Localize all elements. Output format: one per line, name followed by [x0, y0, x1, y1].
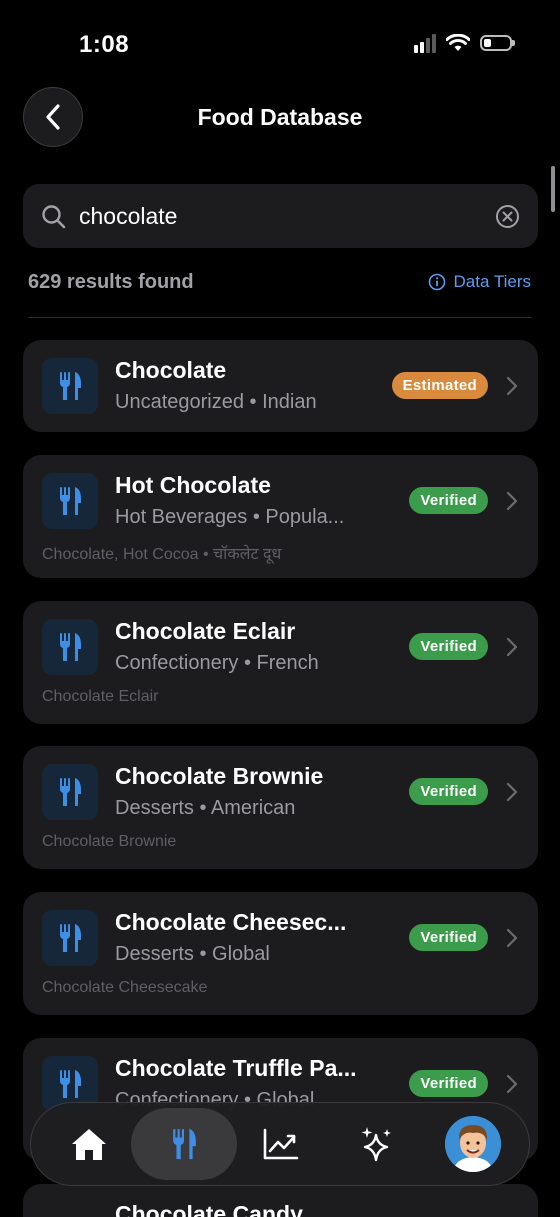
chevron-right-icon — [506, 1074, 518, 1094]
food-aliases: Chocolate Eclair — [42, 688, 159, 705]
food-name: Chocolate Brownie — [115, 763, 324, 789]
battery-level — [484, 39, 491, 47]
search-bar[interactable] — [23, 184, 538, 248]
search-input[interactable] — [79, 199, 479, 233]
verified-badge: Verified — [409, 487, 488, 514]
chevron-right-icon — [506, 376, 518, 396]
food-name: Chocolate Eclair — [115, 618, 296, 644]
food-name: Chocolate Truffle Pa... — [115, 1055, 357, 1081]
tab-progress[interactable] — [245, 1108, 317, 1180]
divider — [28, 317, 532, 318]
chart-icon — [263, 1128, 299, 1160]
food-aliases: Chocolate Brownie — [42, 833, 177, 850]
tab-ai[interactable] — [341, 1108, 413, 1180]
food-category: Desserts • American — [115, 797, 296, 819]
food-category: Uncategorized • Indian — [115, 391, 317, 413]
verified-badge: Verified — [409, 778, 488, 805]
home-icon — [72, 1129, 106, 1160]
wifi-icon — [446, 34, 470, 51]
data-tiers-label: Data Tiers — [453, 272, 531, 291]
fork-knife-icon — [42, 910, 98, 966]
tab-food[interactable] — [131, 1108, 237, 1180]
fork-knife-icon — [173, 1128, 196, 1160]
food-aliases: Chocolate, Hot Cocoa • चॉकलेट दूध — [42, 546, 282, 563]
fork-knife-icon — [42, 473, 98, 529]
verified-badge: Verified — [409, 633, 488, 660]
food-name: Chocolate — [115, 357, 227, 383]
food-card-chocolate-brownie[interactable]: Chocolate Brownie Desserts • American Ch… — [23, 746, 538, 869]
food-database-screen: 1:08 Food Database chocolate 629 results… — [0, 0, 560, 1217]
chevron-right-icon — [506, 491, 518, 511]
food-card-chocolate-eclair[interactable]: Chocolate Eclair Confectionery • French … — [23, 601, 538, 724]
food-name: Chocolate Cheesec... — [115, 909, 347, 935]
battery-icon — [480, 35, 515, 51]
page-title: Food Database — [197, 104, 363, 130]
chevron-right-icon — [506, 637, 518, 657]
data-tiers-link[interactable]: Data Tiers — [428, 272, 531, 292]
fork-knife-icon — [42, 764, 98, 820]
food-card-chocolate[interactable]: Chocolate Uncategorized • Indian Estimat… — [23, 340, 538, 432]
verified-badge: Verified — [409, 924, 488, 951]
clear-search-icon[interactable] — [495, 204, 520, 229]
food-card-hot-chocolate[interactable]: Hot Chocolate Hot Beverages • Popula... … — [23, 455, 538, 578]
fork-knife-icon — [42, 619, 98, 675]
signal-icon — [414, 33, 436, 53]
status-bar: 1:08 — [0, 0, 560, 90]
chevron-right-icon — [506, 928, 518, 948]
estimated-badge: Estimated — [391, 372, 488, 399]
status-time: 1:08 — [79, 31, 130, 58]
sparkles-icon — [361, 1127, 391, 1162]
chevron-right-icon — [506, 782, 518, 802]
food-name: Chocolate Candy — [115, 1201, 303, 1217]
food-name: Hot Chocolate — [115, 472, 271, 498]
scroll-indicator[interactable] — [551, 166, 555, 212]
food-card-chocolate-cheesecake[interactable]: Chocolate Cheesec... Desserts • Global C… — [23, 892, 538, 1015]
food-aliases: Chocolate Cheesecake — [42, 979, 208, 996]
status-icons — [414, 33, 515, 53]
search-icon — [42, 205, 66, 229]
food-category: Confectionery • French — [115, 652, 319, 674]
tab-home[interactable] — [53, 1108, 125, 1180]
tab-profile[interactable] — [437, 1108, 509, 1180]
food-category: Hot Beverages • Popula... — [115, 506, 345, 528]
avatar — [445, 1116, 501, 1172]
results-count: 629 results found — [28, 271, 194, 293]
info-icon — [428, 273, 445, 291]
food-card-chocolate-candy[interactable]: Chocolate Candy — [23, 1184, 538, 1217]
verified-badge: Verified — [409, 1070, 488, 1097]
fork-knife-icon — [42, 358, 98, 414]
tab-bar — [30, 1102, 530, 1186]
food-category: Desserts • Global — [115, 943, 270, 965]
